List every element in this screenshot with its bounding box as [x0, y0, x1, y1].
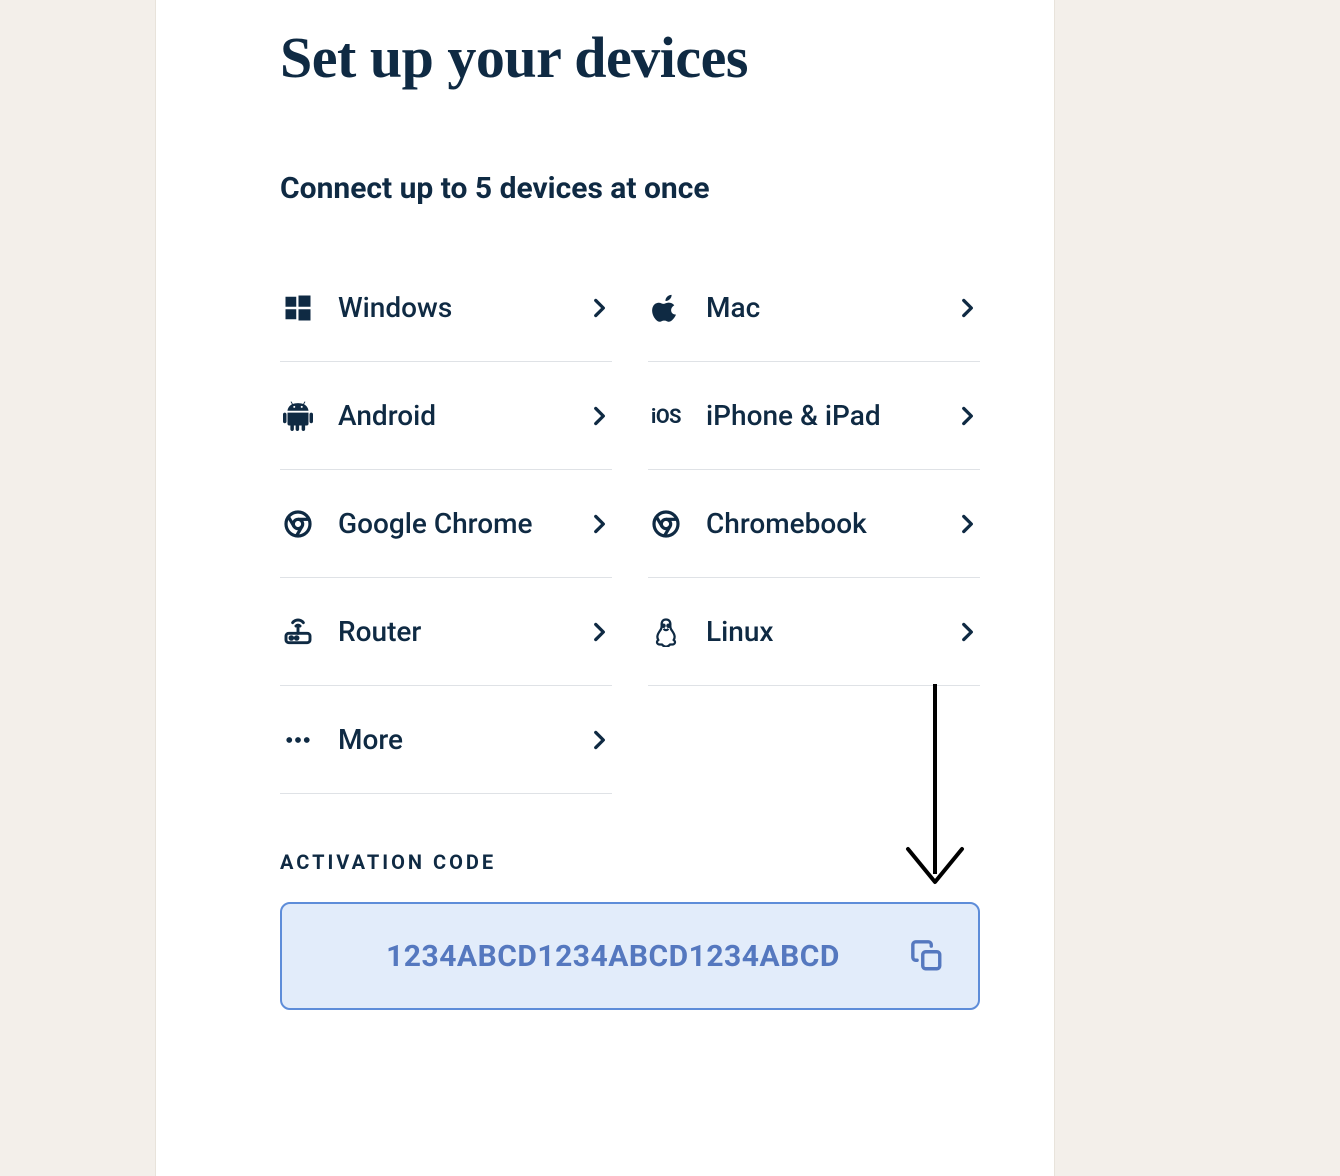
chevron-right-icon [954, 403, 980, 429]
device-label: Linux [706, 615, 954, 648]
device-row-ios[interactable]: iOS iPhone & iPad [648, 362, 980, 470]
windows-icon [280, 290, 316, 326]
page-title: Set up your devices [280, 24, 980, 91]
linux-icon [648, 614, 684, 650]
device-row-router[interactable]: Router [280, 578, 612, 686]
device-row-linux[interactable]: Linux [648, 578, 980, 686]
chevron-right-icon [586, 619, 612, 645]
chevron-right-icon [954, 295, 980, 321]
device-row-chrome[interactable]: Google Chrome [280, 470, 612, 578]
chevron-right-icon [586, 295, 612, 321]
setup-card: Set up your devices Connect up to 5 devi… [210, 0, 1050, 1032]
device-label: Chromebook [706, 507, 954, 540]
chevron-right-icon [586, 403, 612, 429]
device-row-windows[interactable]: Windows [280, 254, 612, 362]
activation-code-value: 1234ABCD1234ABCD1234ABCD [316, 939, 910, 974]
apple-icon [648, 290, 684, 326]
activation-code-box: 1234ABCD1234ABCD1234ABCD [280, 902, 980, 1010]
chrome-icon [280, 506, 316, 542]
copy-icon[interactable] [910, 939, 944, 973]
device-label: iPhone & iPad [706, 399, 954, 432]
device-label: Google Chrome [338, 507, 586, 540]
ios-icon: iOS [648, 398, 684, 434]
device-row-mac[interactable]: Mac [648, 254, 980, 362]
device-label: Android [338, 399, 586, 432]
android-icon [280, 398, 316, 434]
chevron-right-icon [954, 511, 980, 537]
device-label: Router [338, 615, 586, 648]
device-label: Mac [706, 291, 954, 324]
device-row-more[interactable]: More [280, 686, 612, 794]
device-row-chromebook[interactable]: Chromebook [648, 470, 980, 578]
device-row-android[interactable]: Android [280, 362, 612, 470]
more-icon [280, 722, 316, 758]
device-grid: Windows Mac Android [280, 254, 980, 794]
chevron-right-icon [586, 727, 612, 753]
device-label: Windows [338, 291, 586, 324]
router-icon [280, 614, 316, 650]
page-subtitle: Connect up to 5 devices at once [280, 171, 980, 206]
device-label: More [338, 723, 586, 756]
chevron-right-icon [586, 511, 612, 537]
activation-code-label: ACTIVATION CODE [280, 850, 980, 874]
chromebook-icon [648, 506, 684, 542]
chevron-right-icon [954, 619, 980, 645]
